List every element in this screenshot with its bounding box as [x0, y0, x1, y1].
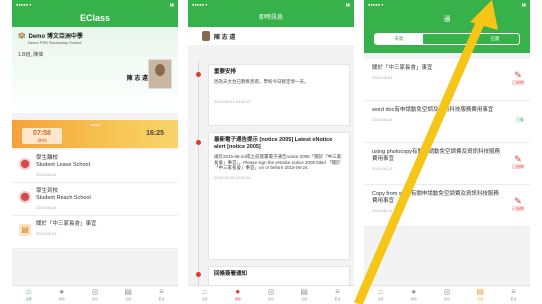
- page-title: 通: [443, 16, 451, 23]
- phone-messages-screen: ●●●●● ▾ ▮▮ 即時訊息 陳 志 遠 重要安排 因為天文台已懸掛黑雨，學校今…: [188, 0, 354, 304]
- tab-signed[interactable]: 已簽: [471, 34, 519, 44]
- segment-control: 未簽 已簽: [374, 33, 520, 45]
- page-title: 即時訊息: [188, 9, 354, 27]
- message-card[interactable]: 重要安排 因為天文台已懸掛黑雨，學校今日暫定停一天。 2014-06-01 10…: [208, 64, 350, 126]
- status-badge: ✎ 已過期: [512, 70, 524, 86]
- tab-home[interactable]: ⌂ 主頁: [188, 286, 221, 304]
- user-row: 陳 志 遠: [188, 27, 354, 45]
- broadcast-icon: ◎: [267, 287, 275, 296]
- notice-icon: ▤: [19, 224, 31, 236]
- tab-bar: ⌂ 主頁 ● 通知 ◎ 訊息 ▤ 日誌 ≡ 更多: [12, 285, 178, 304]
- tab-home[interactable]: ⌂ 主頁: [12, 286, 45, 304]
- class-info: 1.B班, 陳偉: [18, 52, 44, 58]
- app-title: EClass: [12, 9, 178, 27]
- tab-bar: ⌂ 主頁 ● 通知 ◎ 訊息 ▤ 日誌 ≡ 更多: [364, 285, 530, 304]
- home-icon: ⌂: [26, 287, 32, 296]
- tab-unsigned[interactable]: 未簽: [375, 34, 423, 44]
- student-name: 陳 志 遠: [126, 76, 148, 82]
- status-bar: ●●●●● ▾ ▮▮: [364, 0, 530, 9]
- attendance-bar: today 07:58 (準時) 16:25: [12, 120, 178, 148]
- broadcast-icon: ◎: [91, 287, 99, 296]
- phone-home-screen: ●●●●● ▾ ▮▮ EClass 🏫 Demo 博文亞洲中學 Demo PSS S…: [12, 0, 178, 304]
- tab-more[interactable]: ≡ 更多: [321, 286, 354, 304]
- tab-notice[interactable]: ● 通知: [397, 286, 430, 304]
- timeline-dot: [196, 140, 201, 145]
- bell-icon: ●: [411, 287, 417, 296]
- list-item[interactable]: ▤ 關於「中三家長會」事宜 2015-08-03: [12, 216, 178, 249]
- tab-diary[interactable]: ▤ 日誌: [112, 286, 145, 304]
- timeline-line: [198, 60, 199, 286]
- time-out: 16:25: [146, 130, 164, 137]
- list-item[interactable]: using photocopy有關申請動免空調費及資訊科技服務費用事宜 2015…: [364, 143, 530, 185]
- tab-notice[interactable]: ● 通知: [221, 286, 254, 304]
- enotice-header: 通 未簽 已簽: [364, 9, 530, 53]
- avatar: [202, 31, 210, 41]
- home-icon: ⌂: [378, 287, 384, 296]
- attendance-label: today: [90, 122, 100, 127]
- time-in: 07:58 (準時): [22, 128, 62, 144]
- status-bar: ●●●●● ▾ ▮▮: [12, 0, 178, 9]
- menu-icon: ≡: [511, 287, 516, 296]
- tab-diary[interactable]: ▤ 日誌: [464, 286, 497, 304]
- notice-list: 關於「中三家長會」事宜 2015-08-03 ✎ 已過期 word doc有申請動…: [364, 59, 530, 227]
- status-badge: ✎ 已過期: [512, 154, 524, 170]
- tab-message[interactable]: ◎ 訊息: [430, 286, 463, 304]
- status-badge: 已簽: [516, 117, 524, 122]
- tab-message[interactable]: ◎ 訊息: [78, 286, 111, 304]
- timeline-dot: [196, 72, 201, 77]
- menu-icon: ≡: [159, 287, 164, 296]
- tab-more[interactable]: ≡ 更多: [145, 286, 178, 304]
- list-item[interactable]: ⬤ 學生離校 Student Leave School 2015-08-01: [12, 150, 178, 183]
- school-name: Demo 博文亞洲中學: [28, 34, 83, 40]
- list-item[interactable]: Copy from word有關申請動免空調費及資訊科技服務費用事宜 2015-…: [364, 185, 530, 227]
- book-icon: ▤: [476, 287, 484, 296]
- list-item[interactable]: word doc有申請動免空調及資訊科技服務費用事宜 2015-08-01 已簽: [364, 101, 530, 143]
- user-name: 陳 志 遠: [214, 34, 236, 41]
- pen-icon: ✎: [514, 196, 522, 206]
- avatar[interactable]: [148, 59, 172, 89]
- message-card[interactable]: 最新電子通告提示 [notice 2005] Latest eNotice al…: [208, 132, 350, 260]
- pen-icon: ✎: [514, 70, 522, 80]
- book-icon: ▤: [124, 287, 132, 296]
- status-bar: ●●●●● ▾ ▮▮: [188, 0, 354, 9]
- bell-icon: ●: [59, 287, 65, 296]
- school-logo-icon: 🏫: [18, 33, 26, 39]
- list-item[interactable]: ⬤ 學生到校 Student Reach School 2015-08-01: [12, 183, 178, 216]
- menu-icon: ≡: [335, 287, 340, 296]
- phone-enotice-screen: ●●●●● ▾ ▮▮ 通 未簽 已簽 關於「中三家長會」事宜 2015-08-03…: [364, 0, 530, 304]
- school-name-en: Demo PSS Secondary School: [28, 40, 82, 45]
- tab-notice[interactable]: ● 通知: [45, 286, 78, 304]
- timeline-dot: [196, 272, 201, 277]
- tab-diary[interactable]: ▤ 日誌: [288, 286, 321, 304]
- school-card[interactable]: 🏫 Demo 博文亞洲中學 Demo PSS Secondary School 1…: [12, 27, 178, 113]
- tab-bar: ⌂ 主頁 ● 通知 ◎ 訊息 ▤ 日誌 ≡ 更多: [188, 285, 354, 304]
- book-icon: ▤: [300, 287, 308, 296]
- tab-message[interactable]: ◎ 訊息: [254, 286, 287, 304]
- pen-icon: ✎: [514, 154, 522, 164]
- bell-icon: ●: [235, 287, 241, 296]
- arrive-icon: ⬤: [19, 191, 31, 203]
- home-icon: ⌂: [202, 287, 208, 296]
- tab-more[interactable]: ≡ 更多: [497, 286, 530, 304]
- list-item[interactable]: 關於「中三家長會」事宜 2015-08-03 ✎ 已過期: [364, 59, 530, 101]
- tab-home[interactable]: ⌂ 主頁: [364, 286, 397, 304]
- broadcast-icon: ◎: [443, 287, 451, 296]
- tab-middle[interactable]: [423, 34, 471, 44]
- leave-icon: ⬤: [19, 158, 31, 170]
- status-badge: ✎ 已過期: [512, 196, 524, 212]
- activity-list: ⬤ 學生離校 Student Leave School 2015-08-01 ⬤…: [12, 150, 178, 249]
